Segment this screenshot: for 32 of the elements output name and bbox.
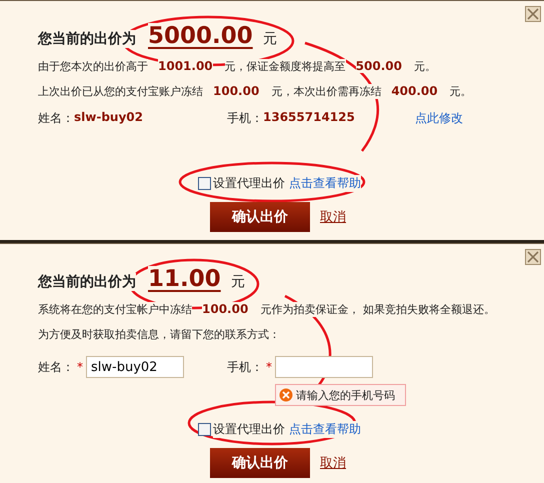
amount-value: 400.00: [391, 84, 438, 98]
confirm-button[interactable]: 确认出价: [210, 202, 310, 232]
info-text: 元，本次出价需再冻结: [271, 84, 382, 99]
confirm-button[interactable]: 确认出价: [210, 448, 310, 478]
help-link[interactable]: 点击查看帮助: [289, 421, 361, 438]
amount-value: 1001.00: [158, 59, 213, 73]
phone-field[interactable]: [275, 356, 373, 378]
checkbox-label: 设置代理出价: [213, 421, 285, 438]
name-value: slw-buy02: [74, 110, 143, 127]
info-text: 上次出价已从您的支付宝账户冻结: [38, 84, 203, 99]
close-icon[interactable]: [525, 6, 541, 22]
info-text: 由于您本次的出价高于: [38, 59, 148, 74]
checkbox-label: 设置代理出价: [213, 175, 285, 192]
help-link[interactable]: 点击查看帮助: [289, 175, 361, 192]
edit-link[interactable]: 点此修改: [415, 110, 463, 127]
cancel-link[interactable]: 取消: [320, 208, 346, 226]
bid-label: 您当前的出价为: [38, 273, 136, 291]
bid-label: 您当前的出价为: [38, 30, 136, 48]
checkbox[interactable]: [198, 423, 211, 436]
bid-amount: 11.00: [148, 266, 221, 292]
name-field[interactable]: slw-buy02: [86, 356, 184, 378]
info-text: 系统将在您的支付宝帐户中冻结: [38, 302, 192, 317]
close-icon[interactable]: [525, 249, 541, 265]
error-text: 请输入您的手机号码: [296, 388, 395, 402]
amount-value: 100.00: [202, 302, 248, 316]
amount-value: 500.00: [356, 59, 402, 73]
error-icon: [279, 388, 293, 402]
amount-value: 100.00: [213, 84, 260, 98]
cancel-link[interactable]: 取消: [320, 454, 346, 472]
checkbox[interactable]: [198, 177, 211, 190]
info-text: 元，保证金额度将提高至: [224, 59, 346, 74]
bid-amount: 5000.00: [148, 23, 253, 49]
